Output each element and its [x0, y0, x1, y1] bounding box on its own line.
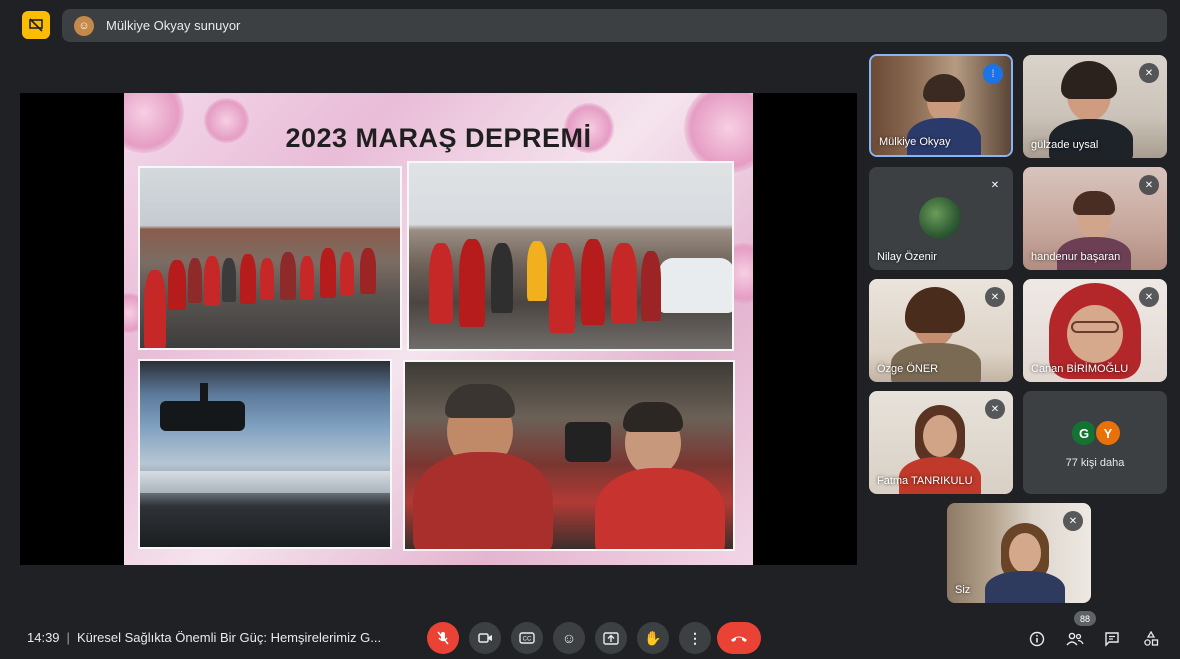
chat-icon: [1105, 632, 1119, 647]
meeting-details-button[interactable]: [1026, 628, 1048, 650]
hang-up-icon: [731, 636, 747, 642]
people-icon: [1066, 632, 1084, 646]
participant-name: Fatma TANRIKULU: [877, 475, 973, 487]
participant-tile[interactable]: ✕ Nilay Özenir: [869, 167, 1013, 270]
more-participants-tile[interactable]: G Y 77 kişi daha: [1023, 391, 1167, 494]
mic-off-icon: ✕: [985, 399, 1005, 419]
more-participants-avatars: G Y: [1070, 419, 1122, 447]
more-options-button[interactable]: ⋮: [679, 622, 711, 654]
participant-name: handenur başaran: [1031, 251, 1121, 263]
slide-photo-car-snow-road: [138, 359, 392, 549]
mic-off-icon: ✕: [1139, 63, 1159, 83]
presenting-banner: ☺ Mülkiye Okyay sunuyor: [62, 9, 1167, 42]
participant-name: Siz: [955, 584, 971, 596]
reactions-button[interactable]: ☺: [553, 622, 585, 654]
participant-name: Nilay Özenir: [877, 251, 937, 263]
bottom-control-bar: 14:39 | Küresel Sağlıkta Önemli Bir Güç: H…: [0, 610, 1180, 659]
more-participants-label: 77 kişi daha: [1065, 457, 1125, 469]
participant-tile[interactable]: ⁞ Mülkiye Okyay: [869, 54, 1013, 157]
participant-tile[interactable]: ✕ Özge ÖNER: [869, 279, 1013, 382]
leave-call-button[interactable]: [717, 622, 761, 654]
meeting-title: Küresel Sağlıkta Önemli Bir Güç: Hemşire…: [76, 630, 382, 645]
presenter-avatar: ☺: [74, 15, 94, 36]
activities-icon: [1144, 631, 1159, 646]
speaking-indicator-icon: ⁞: [983, 64, 1003, 84]
participant-name: Özge ÖNER: [877, 363, 939, 375]
mic-off-icon: ✕: [985, 287, 1005, 307]
info-icon: [1029, 631, 1045, 647]
presenting-text: Mülkiye Okyay sunuyor: [106, 18, 241, 33]
present-button[interactable]: [595, 622, 627, 654]
presentation-icon[interactable]: [22, 11, 50, 39]
participant-tile[interactable]: ✕ Fatma TANRIKULU: [869, 391, 1013, 494]
mic-off-icon: ✕: [1139, 287, 1159, 307]
mic-off-icon: [437, 631, 449, 645]
camera-button[interactable]: [469, 622, 501, 654]
camera-icon: [477, 633, 492, 643]
meeting-time: 14:39: [27, 630, 60, 645]
mic-off-icon: ✕: [1139, 175, 1159, 195]
present-screen-icon: [603, 631, 619, 645]
self-view-tile[interactable]: ✕ Siz: [947, 503, 1091, 603]
activities-button[interactable]: [1140, 628, 1162, 650]
more-vert-icon: ⋮: [688, 629, 702, 646]
emoji-icon: ☺: [561, 630, 577, 646]
participant-avatar: [919, 197, 961, 239]
people-count-badge: 88: [1074, 611, 1096, 626]
participant-name: Canan BİRİMOĞLU: [1031, 363, 1129, 375]
meeting-info: 14:39 | Küresel Sağlıkta Önemli Bir Güç: H…: [27, 630, 382, 645]
slide-title: 2023 MARAŞ DEPREMİ: [285, 123, 592, 153]
people-button[interactable]: [1064, 628, 1086, 650]
slide-photo-team-outdoors: [138, 166, 402, 350]
participant-tile[interactable]: ✕ handenur başaran: [1023, 167, 1167, 270]
participant-name: gülzade uysal: [1031, 139, 1099, 151]
mic-off-icon: ✕: [985, 175, 1005, 195]
captions-icon: CC: [519, 632, 535, 644]
participant-tile[interactable]: ✕ gülzade uysal: [1023, 55, 1167, 158]
mic-off-icon: ✕: [1063, 511, 1083, 531]
top-bar: ☺ Mülkiye Okyay sunuyor: [0, 0, 1180, 52]
slide-photo-team-van: [407, 161, 734, 351]
svg-text:CC: CC: [523, 637, 532, 643]
participant-name: Mülkiye Okyay: [879, 136, 951, 148]
captions-button[interactable]: CC: [511, 622, 543, 654]
slide: 2023 MARAŞ DEPREMİ: [124, 93, 753, 565]
hand-icon: ✋: [644, 629, 662, 646]
raise-hand-button[interactable]: ✋: [637, 622, 669, 654]
mini-avatar: Y: [1094, 419, 1122, 447]
participant-tile[interactable]: ✕ Canan BİRİMOĞLU: [1023, 279, 1167, 382]
slide-photo-selfie-in-car: [403, 360, 735, 551]
microphone-button[interactable]: [427, 622, 459, 654]
chat-button[interactable]: [1101, 628, 1123, 650]
presentation-stage: 2023 MARAŞ DEPREMİ: [20, 93, 857, 565]
